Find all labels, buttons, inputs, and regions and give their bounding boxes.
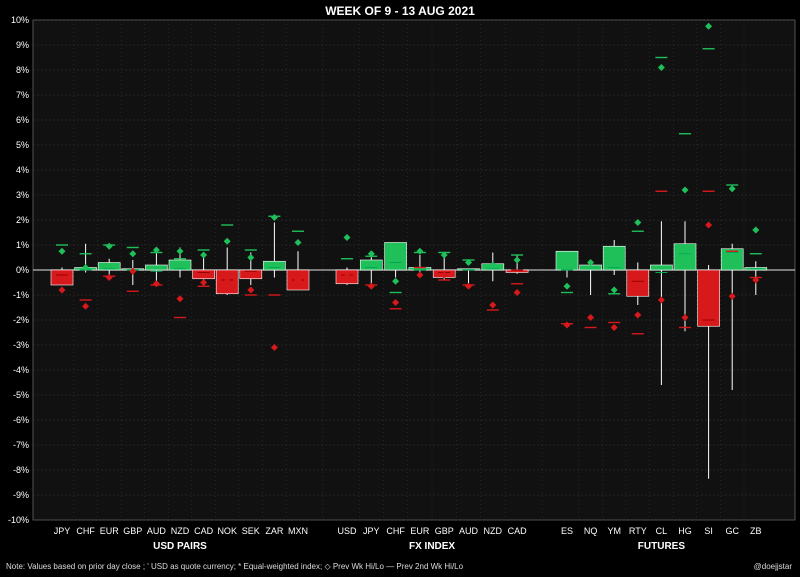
y-tick-label: -9% [13,490,29,500]
y-tick-label: -2% [13,315,29,325]
y-tick-label: 2% [16,215,29,225]
candlestick-chart: -10% -9% -8% -7% -6% -5% -4% -3% -2% -1% 0% 1% 2% 3% 4… [8,15,796,552]
x-tick-label: HG [678,526,692,536]
x-tick-label: USD [337,526,357,536]
y-tick-label: 1% [16,240,29,250]
x-group-label: USD PAIRS [153,541,207,552]
x-tick-label: CL [656,526,668,536]
x-tick-label: SI [704,526,713,536]
candle-body [650,264,673,271]
x-tick-label: RTY [629,526,647,536]
x-tick-label: GC [725,526,739,536]
x-tick-label: CAD [194,526,214,536]
y-tick-label: 7% [16,90,29,100]
x-tick-label: ES [561,526,573,536]
y-tick-label: -1% [13,290,29,300]
x-tick-label: CAD [508,526,528,536]
y-tick-label: 0% [16,265,29,275]
y-tick-label: -5% [13,390,29,400]
chart-footnote: Note: Values based on prior day close ; … [6,562,464,571]
x-group-label: FUTURES [638,541,686,552]
x-tick-label: YM [607,526,621,536]
x-tick-label: JPY [54,526,71,536]
x-tick-label: AUD [459,526,479,536]
candle-body [192,269,215,280]
candle-body [602,245,626,271]
x-tick-label: GBP [435,526,454,536]
x-tick-label: JPY [363,526,380,536]
x-tick-label: ZAR [265,526,284,536]
candle-body [673,243,697,271]
x-group-label: FX INDEX [409,541,455,552]
x-tick-label: NQ [584,526,598,536]
y-tick-label: 6% [16,115,29,125]
x-tick-label: CHF [76,526,95,536]
y-tick-label: -6% [13,415,29,425]
x-tick-label: MXN [288,526,308,536]
x-tick-label: NZD [484,526,503,536]
y-tick-label: 8% [16,65,29,75]
candle-body [697,269,720,327]
candle-body [384,242,407,271]
x-tick-label: EUR [410,526,430,536]
candle-body [263,260,286,271]
x-tick-label: AUD [147,526,167,536]
y-tick-label: 9% [16,40,29,50]
candle-body [555,250,579,271]
y-tick-label: -7% [13,440,29,450]
x-tick-label: CHF [386,526,405,536]
y-tick-label: 4% [16,165,29,175]
x-tick-label: NOK [217,526,237,536]
x-tick-label: NZD [171,526,190,536]
candle-body [626,269,650,297]
y-tick-label: -4% [13,365,29,375]
y-tick-label: 3% [16,190,29,200]
candle-body [145,264,168,271]
x-tick-label: GBP [123,526,142,536]
y-tick-label: -8% [13,465,29,475]
y-tick-label: 10% [11,15,29,25]
candle-body [359,259,383,271]
y-tick-label: -10% [8,515,29,525]
x-tick-label: ZB [750,526,762,536]
y-tick-label: -3% [13,340,29,350]
x-tick-label: SEK [242,526,260,536]
chart-credit: @doejjstar [753,562,792,571]
y-tick-label: 5% [16,140,29,150]
x-tick-label: EUR [100,526,120,536]
